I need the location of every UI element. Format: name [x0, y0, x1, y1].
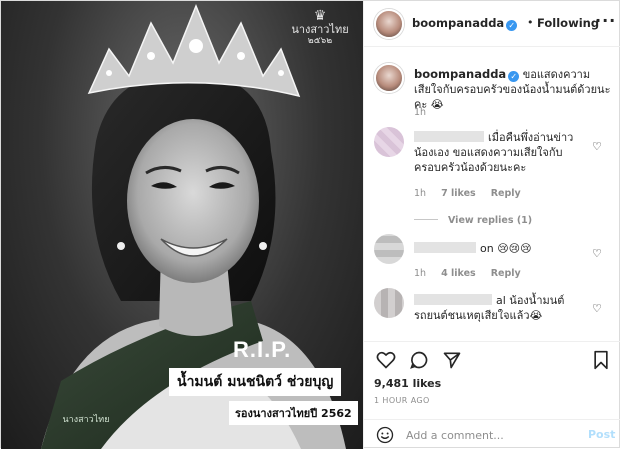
post-header: boompanadda ✓ • Following ··· — [364, 1, 620, 47]
add-comment-bar: Post — [364, 419, 620, 449]
crown-logo-icon: ♛ — [313, 8, 327, 24]
following-button[interactable]: Following — [537, 16, 599, 30]
miss-thailand-logo-top: ♛ นางสาวไทย ๒๕๖๒ — [288, 9, 352, 47]
comment-partial-text: al — [496, 294, 506, 307]
likes-count[interactable]: 9,481 likes — [374, 377, 441, 390]
post-actions-bar — [364, 341, 620, 379]
comment-avatar-blurred[interactable] — [374, 127, 404, 157]
username-link[interactable]: boompanadda ✓ — [412, 16, 518, 31]
comment-likes[interactable]: 4 likes — [441, 268, 476, 279]
rip-text: R.I.P. — [233, 337, 292, 362]
add-comment-input[interactable] — [406, 426, 576, 444]
comment-username-blurred[interactable] — [414, 131, 484, 142]
replies-divider — [414, 219, 438, 220]
comment-avatar-blurred[interactable] — [374, 288, 404, 318]
comment-meta: 1h 7 likes Reply — [414, 188, 533, 199]
verified-badge-icon: ✓ — [506, 20, 518, 31]
more-options-icon[interactable]: ··· — [595, 11, 616, 30]
like-heart-icon[interactable] — [376, 350, 396, 370]
crown-jewel-shape — [237, 52, 245, 60]
verified-badge-icon: ✓ — [508, 71, 520, 82]
comment-time[interactable]: 1h — [414, 188, 426, 199]
face-shape — [127, 119, 259, 283]
comment-username-blurred[interactable] — [414, 294, 492, 305]
comment-username-blurred[interactable] — [414, 242, 476, 253]
comment-meta: 1h 4 likes Reply — [414, 268, 533, 279]
view-replies-label: View replies (1) — [448, 215, 533, 226]
logo-bottom-text: นางสาวไทย — [62, 415, 110, 425]
left-earring-shape — [117, 242, 125, 250]
comment-emojis: 😢😢😢 — [497, 242, 532, 255]
post-timestamp[interactable]: 1 HOUR AGO — [374, 396, 430, 405]
title-plate: รองนางสาวไทยปี 2562 — [229, 401, 358, 425]
avatar[interactable] — [374, 9, 404, 39]
like-comment-heart-icon[interactable]: ♡ — [592, 302, 602, 315]
comment-text: al น้องน้ำมนต์รถยนต์ชนเหตุเสียใจแล้ว😭 — [414, 293, 589, 323]
logo-top-text: นางสาวไทย — [291, 23, 349, 36]
comment-avatar-blurred[interactable] — [374, 234, 404, 264]
caption-text: boompanadda ✓ ขอแสดงความเสียใจกับครอบครัว… — [414, 67, 614, 112]
crown-jewel-shape — [106, 70, 112, 76]
crown-jewel-shape — [147, 52, 155, 60]
right-earring-shape — [259, 242, 267, 250]
comment-text: on 😢😢😢 — [414, 241, 589, 256]
post-photo[interactable]: ♛ นางสาวไทย ๒๕๖๒ R.I.P. น้ำมนต์ มนชนิตว์… — [1, 1, 363, 449]
save-bookmark-icon[interactable] — [592, 350, 610, 370]
emoji-icon[interactable] — [376, 426, 394, 444]
name-plate: น้ำมนต์ มนชนิตว์ ช่วยบุญ — [169, 368, 342, 396]
comment-partial-text: on — [480, 242, 494, 255]
crown-jewel-shape — [189, 39, 203, 53]
like-comment-heart-icon[interactable]: ♡ — [592, 140, 602, 153]
caption-time[interactable]: 1h — [414, 107, 426, 118]
reply-button[interactable]: Reply — [491, 268, 521, 279]
avatar[interactable] — [374, 63, 404, 93]
reply-button[interactable]: Reply — [491, 188, 521, 199]
comment-text: เมื่อคืนพึ่งอ่านข่าวน้องเอง ขอแสดงความเส… — [414, 130, 589, 175]
post-comment-button[interactable]: Post — [588, 428, 615, 441]
share-direct-icon[interactable] — [442, 350, 462, 370]
comment-time[interactable]: 1h — [414, 268, 426, 279]
like-comment-heart-icon[interactable]: ♡ — [592, 247, 602, 260]
username-text: boompanadda — [412, 16, 505, 30]
crown-jewel-shape — [278, 70, 284, 76]
post-side-panel: boompanadda ✓ • Following ··· boompanadda… — [363, 1, 620, 449]
caption-username[interactable]: boompanadda — [414, 67, 506, 81]
separator-dot: • — [527, 16, 534, 29]
comment-likes[interactable]: 7 likes — [441, 188, 476, 199]
view-replies-button[interactable]: View replies (1) — [414, 215, 532, 226]
instagram-post: ♛ นางสาวไทย ๒๕๖๒ R.I.P. น้ำมนต์ มนชนิตว์… — [0, 0, 620, 449]
miss-thailand-logo-bottom: นางสาวไทย — [61, 391, 111, 425]
comment-bubble-icon[interactable] — [409, 350, 429, 370]
logo-top-year: ๒๕๖๒ — [307, 36, 333, 46]
